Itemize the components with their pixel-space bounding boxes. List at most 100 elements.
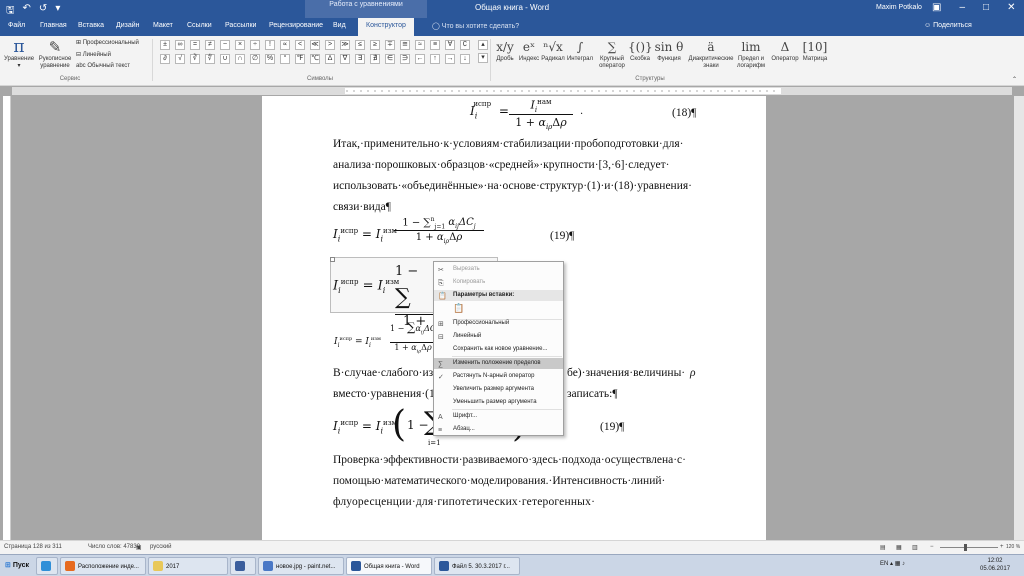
professional-mode-button[interactable]: ⊞ Профессиональный: [76, 39, 139, 46]
symbol-button[interactable]: →: [445, 54, 455, 64]
symbol-button[interactable]: ≅: [400, 40, 410, 50]
structure-button[interactable]: eˣ Индекс: [518, 38, 540, 63]
zoom-in-icon[interactable]: +: [1000, 544, 1004, 550]
tab-review[interactable]: Рецензирование: [269, 22, 323, 29]
close-icon[interactable]: ✕: [1007, 2, 1015, 13]
symbol-button[interactable]: =: [190, 40, 200, 50]
tab-references[interactable]: Ссылки: [187, 22, 212, 29]
ribbon-display-icon[interactable]: ▣: [932, 2, 941, 13]
symbol-button[interactable]: ≤: [355, 40, 365, 50]
symbol-button[interactable]: ∇: [340, 54, 350, 64]
structure-button[interactable]: sin θ Функция: [652, 38, 686, 63]
ink-equation-button[interactable]: ✎ Рукописное уравнение: [36, 38, 74, 70]
symbol-button[interactable]: >: [325, 40, 335, 50]
tab-insert[interactable]: Вставка: [78, 22, 104, 29]
zoom-slider-thumb[interactable]: [964, 544, 967, 551]
symbol-button[interactable]: ≈: [415, 40, 425, 50]
tab-home[interactable]: Главная: [40, 22, 67, 29]
tab-file[interactable]: Файл: [8, 22, 25, 29]
volume-icon[interactable]: ♪: [902, 561, 905, 567]
collapse-ribbon-icon[interactable]: ⌃: [1012, 76, 1017, 83]
structure-button[interactable]: x/y Дробь: [494, 38, 516, 63]
symbol-button[interactable]: ≠: [205, 40, 215, 50]
tab-design-equation[interactable]: Конструктор: [358, 18, 414, 36]
symbol-button[interactable]: %: [265, 54, 275, 64]
proofing-icon[interactable]: ▣: [136, 544, 142, 551]
symbols-more-icon[interactable]: ▾: [478, 53, 488, 63]
equation-button[interactable]: π Уравнение ▾: [2, 38, 36, 70]
symbol-button[interactable]: ≥: [370, 40, 380, 50]
symbol-button[interactable]: ∋: [400, 54, 410, 64]
symbol-button[interactable]: ∓: [385, 40, 395, 50]
taskbar-app[interactable]: [230, 557, 256, 575]
symbol-button[interactable]: <: [295, 40, 305, 50]
symbol-button[interactable]: ~: [220, 40, 230, 50]
structure-button[interactable]: [10] Матрица: [802, 38, 828, 63]
linear-mode-button[interactable]: ⊟ Линейный: [76, 51, 111, 58]
maximize-icon[interactable]: □: [983, 2, 989, 13]
symbol-button[interactable]: ∃: [355, 54, 365, 64]
structure-button[interactable]: ∑ Крупный оператор: [596, 38, 628, 70]
start-button[interactable]: ⊞ Пуск: [2, 557, 32, 574]
selected-equation[interactable]: Iiиспр = Iiизм: [333, 278, 399, 295]
symbol-button[interactable]: ∞: [175, 40, 185, 50]
menu-cut[interactable]: ✂ Вырезать: [434, 264, 563, 275]
symbol-button[interactable]: ∁: [460, 40, 470, 50]
minimize-icon[interactable]: –: [959, 2, 965, 13]
structure-button[interactable]: Δ Оператор: [768, 38, 802, 63]
symbol-button[interactable]: ∂: [160, 54, 170, 64]
structure-button[interactable]: ä Диакритические знаки: [688, 38, 734, 70]
taskbar-paintnet[interactable]: новое.jpg - paint.net...: [258, 557, 344, 575]
symbol-button[interactable]: ∄: [370, 54, 380, 64]
menu-increase-arg[interactable]: Увеличить размер аргумента: [434, 384, 563, 395]
read-mode-icon[interactable]: ▤: [880, 544, 886, 551]
taskbar-word-active[interactable]: Общая книга - Word: [346, 557, 432, 575]
symbol-button[interactable]: °: [280, 54, 290, 64]
language-indicator[interactable]: EN: [880, 561, 888, 567]
symbol-button[interactable]: !: [265, 40, 275, 50]
symbol-button[interactable]: ∛: [190, 54, 200, 64]
symbol-button[interactable]: ℃: [310, 54, 320, 64]
equation-handle-icon[interactable]: [330, 257, 335, 262]
symbol-button[interactable]: ←: [415, 54, 425, 64]
symbol-button[interactable]: ∅: [250, 54, 260, 64]
symbol-button[interactable]: ∜: [205, 54, 215, 64]
menu-linear[interactable]: ⊟ Линейный: [434, 331, 563, 342]
normal-text-button[interactable]: abc Обычный текст: [76, 63, 130, 69]
equation-18[interactable]: Iiиспр =: [470, 100, 509, 120]
print-layout-icon[interactable]: ▦: [896, 544, 902, 551]
symbol-button[interactable]: ℉: [295, 54, 305, 64]
symbol-button[interactable]: ∆: [325, 54, 335, 64]
menu-stretch-operator[interactable]: ✓ Растянуть N-арный оператор: [434, 371, 563, 382]
symbol-button[interactable]: ∝: [280, 40, 290, 50]
vertical-ruler[interactable]: [3, 96, 11, 540]
zoom-slider[interactable]: [940, 547, 998, 548]
symbol-button[interactable]: ↑: [430, 54, 440, 64]
symbols-scroll-up-icon[interactable]: ▴: [478, 40, 488, 50]
menu-paragraph[interactable]: ≡ Абзац...: [434, 424, 563, 435]
structure-button[interactable]: lim Предел и логарифм: [734, 38, 768, 70]
clock[interactable]: 12:02 05.06.2017: [980, 557, 1010, 573]
symbol-button[interactable]: ±: [160, 40, 170, 50]
symbol-button[interactable]: ≪: [310, 40, 320, 50]
taskbar-word-2[interactable]: Файл 5. 30.3.2017 г...: [434, 557, 520, 575]
menu-copy[interactable]: ⎘ Копировать: [434, 277, 563, 288]
symbol-button[interactable]: ≫: [340, 40, 350, 50]
symbol-button[interactable]: ∩: [235, 54, 245, 64]
taskbar-folder[interactable]: 2017: [148, 557, 228, 575]
equation-19[interactable]: Iiиспр = Iiизм: [333, 227, 397, 243]
menu-change-limits[interactable]: ∑ Изменить положение пределов: [434, 358, 563, 369]
ie-icon[interactable]: [36, 557, 58, 575]
equation-inline-small[interactable]: Iiиспр = Iiизм: [334, 336, 381, 349]
word-count[interactable]: Число слов: 47830: [88, 544, 140, 550]
taskbar-firefox[interactable]: Расположение инде...: [60, 557, 146, 575]
symbol-button[interactable]: ÷: [250, 40, 260, 50]
symbol-button[interactable]: ≡: [430, 40, 440, 50]
symbol-button[interactable]: ×: [235, 40, 245, 50]
structure-button[interactable]: ∫ Интеграл: [566, 38, 594, 63]
symbol-button[interactable]: ↓: [460, 54, 470, 64]
symbol-button[interactable]: √: [175, 54, 185, 64]
tab-layout[interactable]: Макет: [153, 22, 173, 29]
network-icon[interactable]: ▦: [895, 561, 902, 567]
zoom-out-icon[interactable]: −: [930, 544, 934, 550]
